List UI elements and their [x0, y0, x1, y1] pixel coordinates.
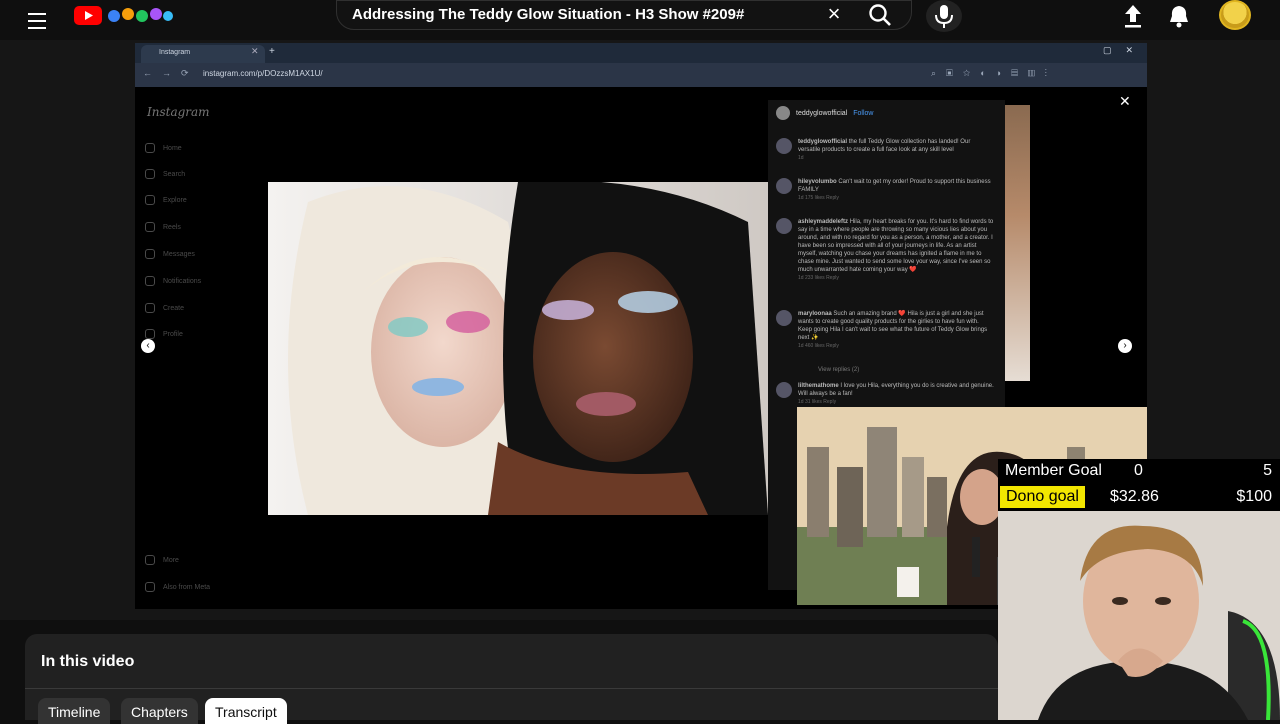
stream-goals-overlay: Member Goal 0 5 Dono goal $32.86 $100 [998, 459, 1280, 511]
post-photo [268, 182, 768, 515]
close-icon: ✕ [1119, 93, 1131, 109]
panel-title: In this video [41, 653, 135, 670]
account-avatar[interactable] [1219, 0, 1251, 30]
dono-goal-label: Dono goal [1000, 486, 1085, 508]
ig-nav-reels: Reels [145, 222, 181, 232]
search-icon[interactable] [866, 2, 894, 28]
ig-nav-search: Search [145, 169, 185, 179]
top-bar: Addressing The Teddy Glow Situation - H3… [0, 0, 1280, 40]
avatar [776, 178, 792, 194]
search-input[interactable]: Addressing The Teddy Glow Situation - H3… [352, 6, 744, 23]
instagram-logo: Instagram [147, 105, 210, 119]
dono-goal-max: $100 [1236, 488, 1272, 505]
background-post-preview [1005, 105, 1030, 381]
tab-transcript[interactable]: Transcript [205, 698, 287, 724]
avatar [776, 382, 792, 398]
ig-nav-profile: Profile [145, 329, 183, 339]
ig-nav-notifications: Notifications [145, 276, 201, 286]
avatar [776, 218, 792, 234]
comment-item: maryloonaa Such an amazing brand ❤️ Hila… [798, 311, 988, 349]
ig-nav-meta: Also from Meta [145, 582, 210, 592]
youtube-logo[interactable] [74, 4, 174, 26]
upload-icon[interactable] [1120, 2, 1146, 30]
notifications-bell-icon[interactable] [1166, 2, 1192, 30]
member-goal-max: 5 [1263, 462, 1272, 479]
ig-nav-create: Create [145, 303, 184, 313]
ig-nav-more: More [145, 555, 179, 565]
chevron-left-icon: ‹ [141, 339, 155, 353]
tab-chapters[interactable]: Chapters [121, 698, 198, 724]
view-replies-link: View replies (2) [818, 367, 860, 373]
clear-search-button[interactable]: × [822, 2, 846, 26]
browser-extension-icons: ⌕▣☆◐◑▤▥⋮ [931, 68, 1058, 78]
browser-nav-icons: ←→⟳ [143, 68, 199, 78]
divider [25, 688, 998, 689]
comment-item: hileyvolumbo Can't wait to get my order!… [798, 179, 991, 201]
comment-item: teddyglowofficial the full Teddy Glow co… [798, 139, 971, 161]
webcam-host [998, 511, 1280, 720]
tab-close-icon: ✕ [251, 46, 259, 56]
dono-goal-current: $32.86 [1110, 488, 1159, 505]
ig-nav-home: Home [145, 143, 182, 153]
comment-item: ashleymaddeleftz Hila, my heart breaks f… [798, 219, 994, 281]
new-tab-icon: + [269, 46, 275, 57]
browser-tab-strip: Instagram ✕ + ▢✕ [135, 43, 1147, 63]
window-controls: ▢✕ [1103, 45, 1148, 55]
tab-timeline[interactable]: Timeline [38, 698, 111, 724]
browser-url: instagram.com/p/DOzzsM1AX1U/ [203, 69, 323, 78]
post-author: teddyglowofficial Follow [776, 106, 873, 120]
avatar [776, 138, 792, 154]
ig-nav-messages: Messages [145, 249, 195, 259]
browser-address-bar: ←→⟳ instagram.com/p/DOzzsM1AX1U/ ⌕▣☆◐◑▤▥… [135, 63, 1147, 87]
microphone-icon[interactable] [926, 0, 962, 32]
avatar [776, 310, 792, 326]
ig-nav-explore: Explore [145, 195, 187, 205]
chevron-right-icon: › [1118, 339, 1132, 353]
browser-tab: Instagram [141, 45, 265, 63]
member-goal-label: Member Goal [1005, 462, 1102, 479]
menu-icon[interactable] [22, 6, 52, 36]
comment-item: lilthemathome I love you Hila, everythin… [798, 383, 994, 405]
member-goal-current: 0 [1134, 462, 1143, 479]
